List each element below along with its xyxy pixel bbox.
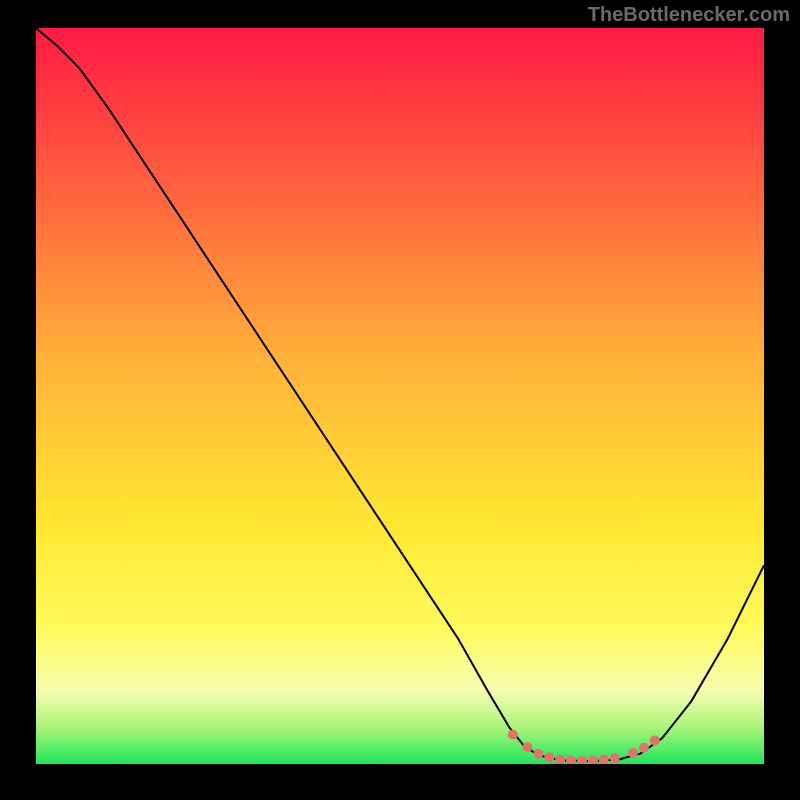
valley-dot xyxy=(508,730,518,740)
valley-dot xyxy=(544,752,554,762)
valley-dot xyxy=(533,749,543,759)
valley-dot xyxy=(522,742,532,752)
valley-dot xyxy=(639,743,649,753)
chart-background xyxy=(36,28,764,764)
chart-area xyxy=(36,28,764,764)
chart-svg xyxy=(36,28,764,764)
valley-dot xyxy=(650,735,660,745)
watermark-text: TheBottlenecker.com xyxy=(588,4,790,27)
valley-dot xyxy=(628,748,638,758)
valley-dot xyxy=(610,753,620,763)
